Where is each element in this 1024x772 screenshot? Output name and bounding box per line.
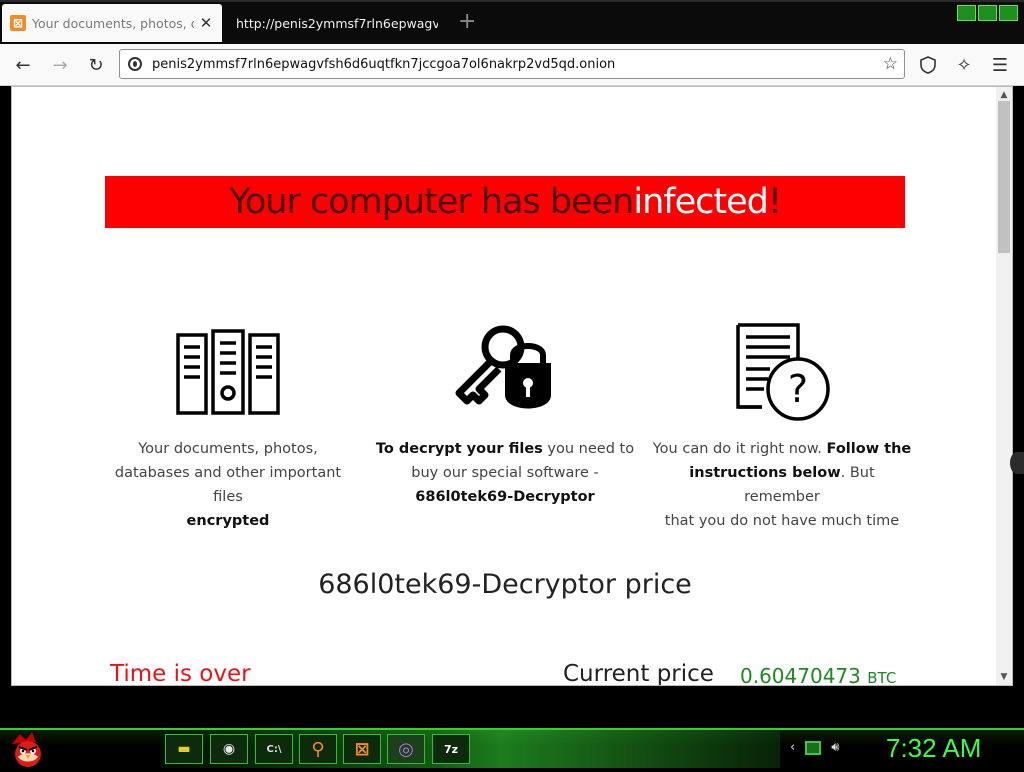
- banner-highlight: infected: [633, 182, 768, 222]
- info-bold: Follow the: [826, 441, 912, 457]
- system-tray: ‹ 🔊︎: [790, 740, 839, 755]
- price-amount: 0.60470473: [740, 664, 861, 686]
- taskbar-file-manager[interactable]: ▬: [165, 734, 203, 764]
- close-window-button[interactable]: [999, 5, 1018, 21]
- new-tab-button[interactable]: +: [458, 11, 476, 33]
- shield-icon[interactable]: [916, 53, 940, 77]
- navigation-bar: ← → ↻ penis2ymmsf7rln6epwagvfsh6d6uqtfkn…: [0, 44, 1024, 86]
- start-button[interactable]: [8, 730, 48, 768]
- info-text: To decrypt your files you need to buy ou…: [375, 437, 635, 509]
- desktop-widget-handle[interactable]: [1010, 452, 1024, 474]
- menu-icon[interactable]: ☰: [988, 53, 1012, 77]
- info-bold: instructions below: [689, 465, 841, 481]
- taskbar-xampp[interactable]: ⊠: [343, 734, 381, 764]
- forward-arrow-icon[interactable]: →: [48, 53, 72, 77]
- close-tab-icon[interactable]: ✕: [198, 14, 214, 32]
- infected-banner: Your computer has been infected!: [105, 176, 905, 228]
- tab-inactive[interactable]: http://penis2ymmsf7rln6epwagvfsh6d6uqtfk…: [226, 4, 438, 42]
- svg-text:?: ?: [788, 367, 808, 411]
- info-line: You can do it right now.: [652, 441, 827, 457]
- scroll-down-arrow-icon[interactable]: ▼: [996, 669, 1012, 685]
- key-lock-icon: [375, 323, 635, 423]
- page-viewport: Your computer has been infected! Your do…: [11, 86, 1013, 686]
- current-price-value: 0.60470473 BTC: [740, 664, 897, 686]
- taskbar-7zip[interactable]: 7z: [432, 734, 470, 764]
- info-column-files: Your documents, photos, databases and ot…: [98, 323, 358, 533]
- info-column-decrypt: To decrypt your files you need to buy ou…: [375, 323, 635, 509]
- taskbar-tor-browser[interactable]: ◎: [387, 734, 425, 764]
- taskbar: ▬ ◉ C:\ ⚲ ⊠ ◎ 7z ‹ 🔊︎ 7:32 AM: [0, 728, 1024, 768]
- tab-title: http://penis2ymmsf7rln6epwagvfsh6d6uqtfk…: [236, 15, 438, 31]
- tab-strip: ⊠ Your documents, photos, databases and …: [0, 0, 1024, 44]
- time-over-label: Time is over: [110, 661, 251, 686]
- info-line: databases and other important files: [114, 465, 342, 505]
- window-controls: [957, 5, 1018, 21]
- minimize-button[interactable]: [957, 5, 976, 21]
- info-line: buy our special software -: [411, 465, 599, 481]
- info-line: that you do not have much time: [664, 513, 900, 529]
- info-text: You can do it right now. Follow the inst…: [652, 437, 912, 533]
- back-arrow-icon[interactable]: ←: [11, 53, 35, 77]
- xampp-icon: ⊠: [10, 15, 26, 31]
- price-unit: BTC: [867, 669, 897, 686]
- taskbar-clock[interactable]: 7:32 AM: [886, 733, 981, 764]
- page-scrollbar[interactable]: ▲ ▼: [996, 87, 1012, 685]
- onion-icon[interactable]: [128, 57, 142, 71]
- info-line: you need to: [542, 441, 635, 457]
- banner-text: Your computer has been: [229, 182, 634, 222]
- maximize-button[interactable]: [978, 5, 997, 21]
- info-line: Your documents, photos,: [138, 441, 318, 457]
- info-bold: encrypted: [186, 513, 270, 529]
- magic-wand-icon[interactable]: ✧: [952, 53, 976, 77]
- info-bold: To decrypt your files: [375, 441, 543, 457]
- document-question-icon: ?: [652, 323, 912, 423]
- reload-icon[interactable]: ↻: [84, 53, 108, 77]
- scroll-thumb[interactable]: [998, 101, 1010, 253]
- banner-exclaim: !: [767, 182, 782, 222]
- info-bold: 686l0tek69-Decryptor: [415, 489, 595, 505]
- file-servers-icon: [98, 323, 358, 423]
- decryptor-price-title: 686l0tek69-Decryptor price: [318, 569, 692, 600]
- current-price-label: Current price: [563, 661, 714, 686]
- info-column-instructions: ? You can do it right now. Follow the in…: [652, 323, 912, 533]
- volume-icon[interactable]: 🔊︎: [831, 740, 839, 755]
- network-icon[interactable]: [805, 740, 822, 755]
- info-text: Your documents, photos, databases and ot…: [98, 437, 358, 533]
- chevron-left-icon[interactable]: ‹: [790, 740, 795, 755]
- bookmark-star-icon[interactable]: ☆: [883, 54, 898, 74]
- url-text[interactable]: penis2ymmsf7rln6epwagvfsh6d6uqtfkn7jccgo…: [152, 57, 883, 72]
- address-bar[interactable]: penis2ymmsf7rln6epwagvfsh6d6uqtfkn7jccgo…: [119, 49, 905, 79]
- tab-active[interactable]: ⊠ Your documents, photos, databases and …: [2, 4, 222, 42]
- taskbar-search[interactable]: ⚲: [299, 734, 337, 764]
- taskbar-cmd[interactable]: C:\: [255, 734, 293, 764]
- taskbar-chrome[interactable]: ◉: [210, 734, 248, 764]
- taskbar-decoration: [160, 730, 780, 768]
- tab-title: Your documents, photos, databases and ot…: [32, 15, 194, 31]
